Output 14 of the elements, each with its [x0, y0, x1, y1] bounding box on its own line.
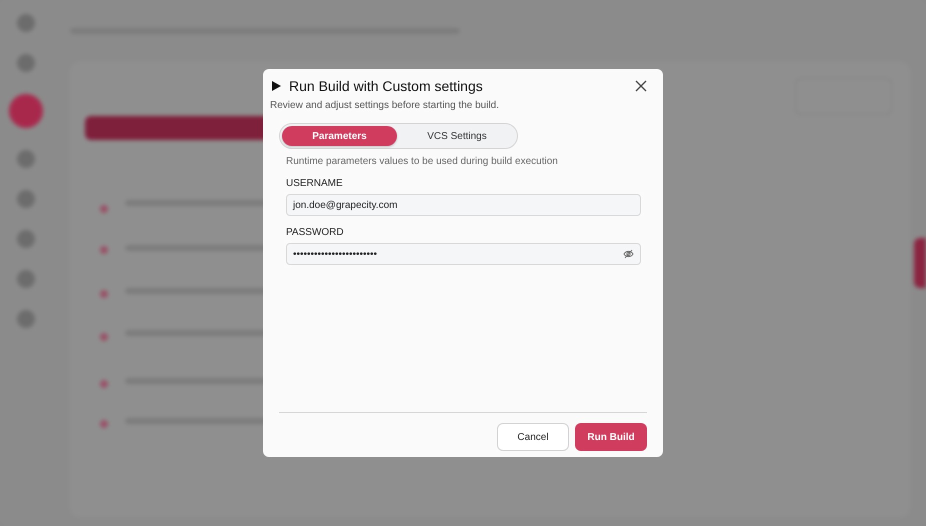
field-label: PASSWORD	[286, 227, 345, 238]
username-field[interactable]: jon.doe@grapecity.com	[286, 194, 641, 216]
eye-off-icon[interactable]	[623, 249, 634, 259]
dialog-title: Run Build with Custom settings	[289, 78, 484, 94]
section-hint: Runtime parameters values to be used during build execution	[286, 156, 559, 167]
play-icon	[272, 81, 281, 91]
close-icon[interactable]	[635, 80, 647, 92]
run-build-button[interactable]: Run Build	[575, 423, 647, 451]
field-label: USERNAME	[286, 178, 344, 189]
password-field[interactable]: ••••••••••••••••••••••••	[286, 243, 641, 265]
cancel-button[interactable]: Cancel	[497, 423, 569, 451]
dialog-subtitle: Review and adjust settings before starting the build.	[270, 100, 500, 111]
tab[interactable]: Parameters	[282, 126, 397, 146]
tab[interactable]: VCS Settings	[399, 126, 515, 146]
